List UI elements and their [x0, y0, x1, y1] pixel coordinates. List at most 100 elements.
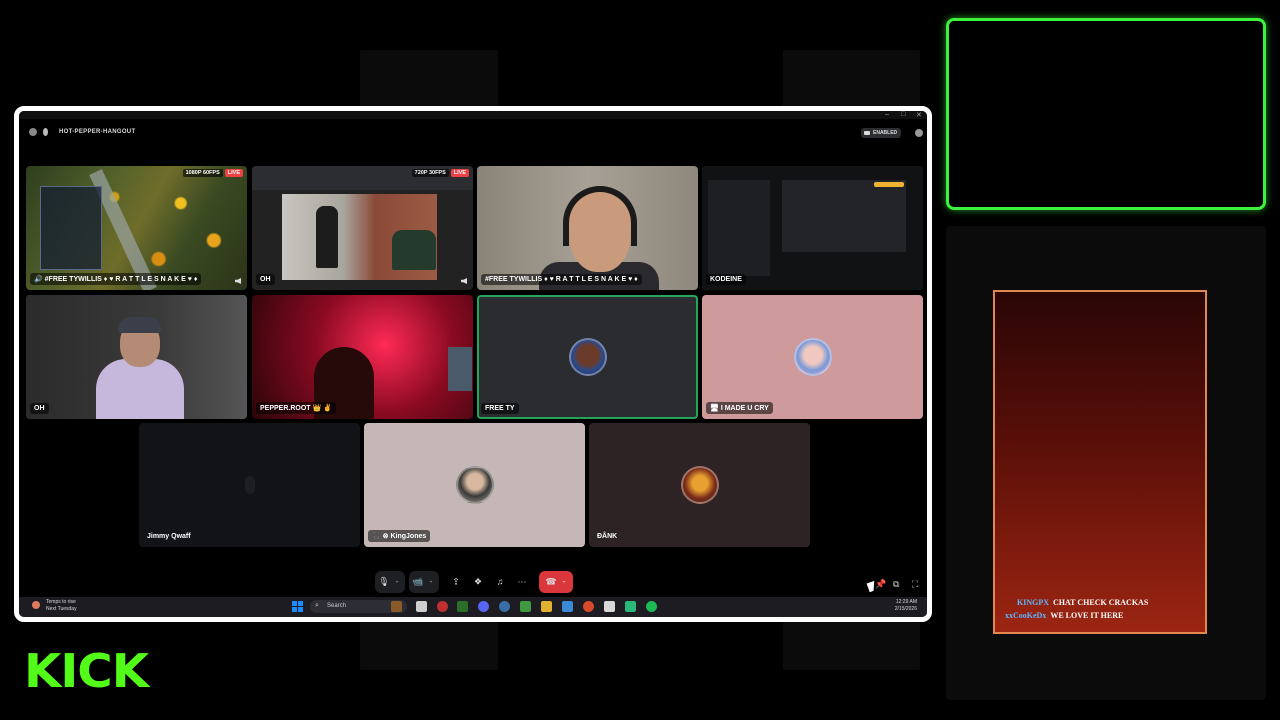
car-figure — [392, 230, 436, 270]
stream-badge: 1080P 60FPS LIVE — [182, 169, 243, 177]
close-button[interactable]: ✕ — [916, 111, 922, 119]
taskbar-app-icon[interactable] — [416, 601, 427, 612]
tile-name-label: Jimmy Qwaff — [147, 533, 191, 540]
app-button — [874, 182, 904, 187]
maximize-button[interactable]: □ — [901, 111, 905, 118]
avatar — [244, 476, 255, 494]
video-tile[interactable]: FREE TY — [477, 295, 698, 419]
video-tile[interactable]: OH — [26, 295, 247, 419]
camera-button[interactable]: 📹 ⌄ — [409, 571, 439, 593]
chat-username: xxCooKeDx — [1005, 611, 1047, 620]
clock-time: 12:29 AM — [895, 599, 917, 605]
person-figure — [316, 206, 338, 268]
taskbar-app-icon[interactable] — [583, 601, 594, 612]
person-cap — [118, 317, 162, 333]
taskbar-app-icon[interactable] — [646, 601, 657, 612]
chat-username: KINGPX — [1017, 598, 1049, 607]
chat-message: KINGPX CHAT CHECK CRACKAS — [1005, 596, 1201, 609]
chevron-down-icon[interactable]: ⌄ — [394, 578, 399, 587]
tile-name-label: 🔊 #FREE TYWILLIS ♦ ♥ R A T T L E S N A K… — [30, 273, 202, 285]
tile-name-label: PEPPER.ROOT 👑 ✌ — [256, 402, 336, 414]
soundboard-icon: ♫ — [496, 576, 504, 587]
voice-channel-icon — [43, 128, 48, 136]
start-icon[interactable] — [292, 601, 303, 612]
screen-share-icon: ⇪ — [452, 576, 460, 587]
video-tile[interactable]: ĐÅNK — [589, 423, 810, 547]
chat-bubble-icon[interactable] — [915, 129, 923, 137]
taskbar-app-icon[interactable] — [541, 601, 552, 612]
avatar — [455, 466, 494, 504]
more-icon: ⋯ — [517, 576, 527, 587]
weather-line: Next Tuesday — [46, 606, 77, 612]
taskbar-app-icon[interactable] — [625, 601, 636, 612]
video-tile[interactable]: 720P 30FPS LIVE OH — [252, 166, 473, 290]
server-icon[interactable] — [29, 128, 37, 136]
weather-widget[interactable]: Temps to rise Next Tuesday — [46, 599, 77, 613]
resolution-badge: 1080P 60FPS — [182, 169, 223, 177]
more-button[interactable]: ⋯ — [513, 571, 531, 593]
tile-name-label: 🖥 I MADE U CRY — [706, 402, 773, 414]
taskbar-app-icon[interactable] — [478, 601, 489, 612]
app-main-panel — [782, 180, 906, 252]
video-tile[interactable]: 1080P 60FPS LIVE 🔊 #FREE TYWILLIS ♦ ♥ R A… — [26, 166, 247, 290]
stream-badge: 720P 30FPS LIVE — [411, 169, 469, 177]
hangup-icon: ☎ — [545, 576, 557, 587]
camera-icon: 📹 — [412, 576, 424, 587]
chat-messages: KINGPX CHAT CHECK CRACKAS xxCooKeDx WE LOV… — [1005, 596, 1201, 622]
tile-name-label: OH — [30, 403, 49, 414]
webcam-frame — [946, 18, 1266, 210]
live-badge: LIVE — [450, 169, 469, 177]
chevron-down-icon[interactable]: ⌄ — [561, 578, 566, 587]
kick-logo: KICK — [24, 644, 149, 698]
chat-text: WE LOVE IT HERE — [1050, 611, 1124, 620]
app-sidebar — [708, 180, 770, 276]
taskbar-app-icon[interactable] — [562, 601, 573, 612]
tile-name-label: #FREE TYWILLIS ♦ ♥ R A T T L E S N A K E… — [481, 274, 642, 285]
enabled-toggle[interactable]: ENABLED — [861, 128, 902, 138]
tile-name-label: OH — [256, 274, 275, 285]
screen-capture: – □ ✕ HOT-PEPPER-HANGOUT ENABLED 1080P 6… — [14, 106, 932, 622]
background-panel — [783, 622, 920, 670]
popout-icon[interactable]: ⧉ — [893, 579, 899, 590]
window-title-bar: – □ ✕ — [19, 111, 927, 119]
activities-button[interactable]: ❖ — [469, 571, 487, 593]
live-badge: LIVE — [224, 169, 243, 177]
background-panel — [783, 50, 920, 108]
channel-name: HOT-PEPPER-HANGOUT — [59, 129, 136, 135]
search-label: Search — [327, 603, 347, 609]
video-tile[interactable]: #FREE TYWILLIS ♦ ♥ R A T T L E S N A K E… — [477, 166, 698, 290]
tile-name-label: KODEINE — [706, 274, 746, 285]
taskbar-clock[interactable]: 12:29 AM 2/15/2026 — [895, 599, 917, 613]
video-tile[interactable]: 🖥 I MADE U CRY — [702, 295, 923, 419]
chat-text: CHAT CHECK CRACKAS — [1053, 598, 1149, 607]
avatar — [793, 338, 832, 376]
minimize-button[interactable]: – — [885, 111, 889, 118]
fullscreen-icon[interactable]: ⛶ — [912, 579, 918, 590]
taskbar-app-icon[interactable] — [499, 601, 510, 612]
taskbar-app-icon[interactable] — [437, 601, 448, 612]
video-tile[interactable]: KODEINE — [702, 166, 923, 290]
activities-icon: ❖ — [473, 576, 483, 587]
monitor-figure — [448, 347, 472, 391]
search-icon: ⌕ — [315, 602, 319, 609]
video-tile[interactable]: PEPPER.ROOT 👑 ✌ — [252, 295, 473, 419]
taskbar-app-icon[interactable] — [391, 601, 402, 612]
mic-icon: 🎙 — [378, 576, 390, 587]
taskbar: Temps to rise Next Tuesday ⌕ Search 12:2… — [19, 597, 927, 617]
video-tile[interactable]: 🎧 ⊗ KingJones — [364, 423, 585, 547]
soundboard-button[interactable]: ♫ — [491, 571, 509, 593]
chat-message: xxCooKeDx WE LOVE IT HERE — [1005, 609, 1201, 622]
taskbar-app-icon[interactable] — [520, 601, 531, 612]
video-tile[interactable]: Jimmy Qwaff — [139, 423, 360, 547]
taskbar-app-icon[interactable] — [457, 601, 468, 612]
disconnect-button[interactable]: ☎ ⌄ — [539, 571, 573, 593]
game-hud — [40, 186, 102, 270]
weather-icon[interactable] — [32, 601, 40, 609]
screen-share-button[interactable]: ⇪ — [447, 571, 465, 593]
chat-overlay: KINGPX CHAT CHECK CRACKAS xxCooKeDx WE LOV… — [993, 290, 1207, 634]
tile-name-label: ĐÅNK — [597, 533, 618, 540]
tile-name-label: 🎧 ⊗ KingJones — [368, 530, 431, 542]
mic-button[interactable]: 🎙 ⌄ — [375, 571, 405, 593]
taskbar-app-icon[interactable] — [604, 601, 615, 612]
chevron-down-icon[interactable]: ⌄ — [428, 578, 433, 587]
